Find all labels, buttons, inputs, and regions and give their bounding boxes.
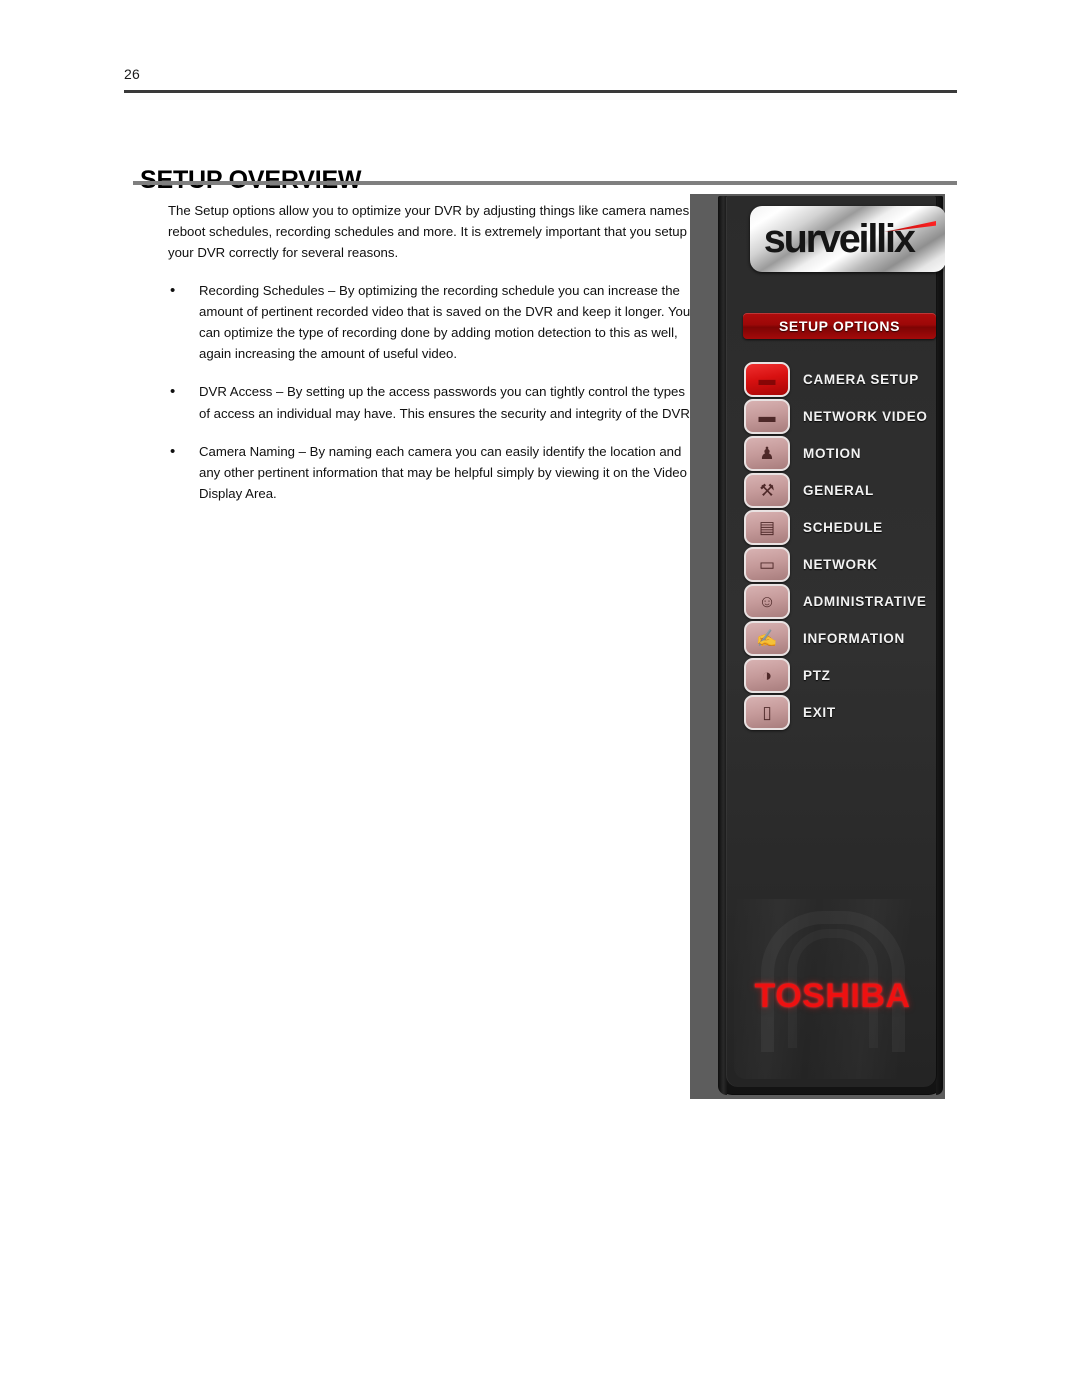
menu-item-label: PTZ [803,668,831,683]
surveillix-logo: surveillix [750,206,945,272]
hand-document-icon: ✍ [744,621,790,656]
dome-camera-icon-glyph: ◑ [761,666,773,685]
page-title: SETUP OVERVIEW [140,165,362,194]
tools-icon-glyph: ⚒ [759,481,775,500]
person-face-icon: ☺ [744,584,790,619]
bullet-marker-icon: • [170,281,176,299]
door-exit-icon-glyph: ▯ [762,703,772,722]
bullet-item: • DVR Access – By setting up the access … [168,381,698,423]
running-person-icon: ♟ [744,436,790,471]
person-face-icon-glyph: ☺ [758,592,776,611]
menu-item-information[interactable]: ✍ INFORMATION [744,620,945,657]
body-copy: The Setup options allow you to optimize … [168,200,698,521]
menu-item-label: GENERAL [803,483,874,498]
menu-item-network[interactable]: ▭ NETWORK [744,546,945,583]
page-number: 26 [124,66,140,82]
door-exit-icon: ▯ [744,695,790,730]
dvr-screen-area: surveillix SETUP OPTIONS ▬ CAMERA SETUP … [726,196,945,1087]
dvr-setup-panel-figure: surveillix SETUP OPTIONS ▬ CAMERA SETUP … [690,194,945,1099]
setup-options-banner-label: SETUP OPTIONS [778,318,901,334]
camera-icon-glyph: ▬ [758,370,776,389]
hand-document-icon-glyph: ✍ [756,629,778,648]
tools-icon: ⚒ [744,473,790,508]
menu-item-label: CAMERA SETUP [803,372,919,387]
menu-item-schedule[interactable]: ▤ SCHEDULE [744,509,945,546]
calendar-book-icon: ▤ [744,510,790,545]
camera-icon: ▬ [744,362,790,397]
bullet-text: Recording Schedules – By optimizing the … [199,282,691,362]
menu-item-motion[interactable]: ♟ MOTION [744,435,945,472]
setup-options-menu: ▬ CAMERA SETUP ▬ NETWORK VIDEO ♟ MOTION [744,361,945,731]
bullet-text: Camera Naming – By naming each camera yo… [199,443,687,502]
network-video-icon: ▬ [744,399,790,434]
menu-item-exit[interactable]: ▯ EXIT [744,694,945,731]
dome-camera-icon: ◑ [744,658,790,693]
toshiba-brand-area: TOSHIBA [734,899,931,1079]
setup-options-banner: SETUP OPTIONS [743,313,936,339]
menu-item-general[interactable]: ⚒ GENERAL [744,472,945,509]
two-monitors-icon-glyph: ▭ [758,555,776,574]
network-video-icon-glyph: ▬ [758,407,776,426]
dvr-chassis: surveillix SETUP OPTIONS ▬ CAMERA SETUP … [718,196,945,1095]
menu-item-label: EXIT [803,705,836,720]
menu-item-camera-setup[interactable]: ▬ CAMERA SETUP [744,361,945,398]
calendar-book-icon-glyph: ▤ [758,518,776,537]
toshiba-logo-text: TOSHIBA [754,977,911,1015]
title-divider [133,181,957,185]
menu-item-label: SCHEDULE [803,520,883,535]
bullet-item: • Camera Naming – By naming each camera … [168,441,698,505]
menu-item-label: NETWORK [803,557,878,572]
menu-item-label: NETWORK VIDEO [803,409,928,424]
running-person-icon-glyph: ♟ [759,444,775,463]
menu-item-administrative[interactable]: ☺ ADMINISTRATIVE [744,583,945,620]
bullet-text: DVR Access – By setting up the access pa… [199,384,694,421]
header-divider [124,90,957,93]
surveillix-logo-text: surveillix [763,217,916,261]
menu-item-label: INFORMATION [803,631,905,646]
menu-item-label: ADMINISTRATIVE [803,594,927,609]
intro-paragraph: The Setup options allow you to optimize … [168,203,693,261]
bullet-marker-icon: • [170,442,176,460]
menu-item-ptz[interactable]: ◑ PTZ [744,657,945,694]
bullet-marker-icon: • [170,383,176,401]
two-monitors-icon: ▭ [744,547,790,582]
menu-item-label: MOTION [803,446,862,461]
menu-item-network-video[interactable]: ▬ NETWORK VIDEO [744,398,945,435]
bullet-item: • Recording Schedules – By optimizing th… [168,280,698,365]
